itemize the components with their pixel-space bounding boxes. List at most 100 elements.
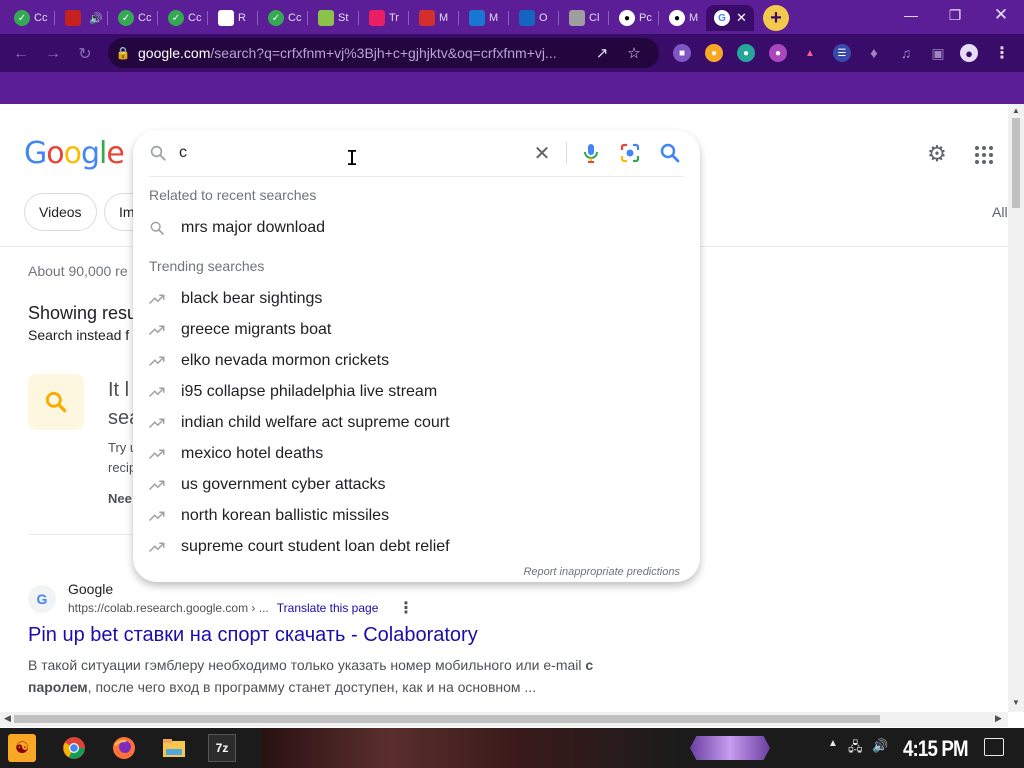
new-tab-button[interactable]: +: [763, 5, 789, 31]
suggestion-item[interactable]: mrs major download: [133, 212, 700, 243]
browser-tab[interactable]: Tr: [361, 5, 406, 31]
browser-tab[interactable]: O: [511, 5, 556, 31]
suggestion-item[interactable]: greece migrants boat: [133, 314, 700, 345]
7zip-icon[interactable]: 7z: [208, 734, 236, 762]
browser-tab[interactable]: Cl: [561, 5, 606, 31]
lock-icon: 🔒: [115, 46, 131, 60]
google-lens-icon[interactable]: [618, 141, 642, 165]
tab-title: Cc: [188, 12, 202, 24]
tip-icon-box: [28, 374, 84, 430]
minimize-icon[interactable]: —: [896, 4, 926, 26]
browser-tab[interactable]: ● Pc: [611, 5, 656, 31]
browser-tab[interactable]: HD🔊: [57, 5, 103, 31]
trending-searches-title: Trending searches: [149, 258, 265, 274]
tab-separator: [458, 11, 459, 25]
chrome-icon[interactable]: [60, 734, 88, 762]
result-site-name[interactable]: Google: [68, 581, 113, 597]
profile-avatar[interactable]: ●: [960, 44, 978, 62]
clock[interactable]: 4:15 PM: [903, 736, 969, 762]
sheet-icon: [318, 10, 334, 26]
notification-icon[interactable]: [984, 738, 1004, 756]
restore-icon[interactable]: ❐: [940, 4, 970, 26]
more-options-icon[interactable]: ⋮: [398, 598, 414, 618]
browser-tab[interactable]: ✓ Cc: [260, 5, 305, 31]
browser-tab[interactable]: GG✕: [706, 5, 754, 31]
browser-tab[interactable]: St: [310, 5, 355, 31]
scroll-thumb[interactable]: [1012, 118, 1020, 208]
suggestion-item[interactable]: indian child welfare act supreme court: [133, 407, 700, 438]
tab-title: M: [489, 12, 499, 24]
side-panel-icon[interactable]: ▣: [929, 44, 947, 62]
translate-link[interactable]: Translate this page: [277, 601, 379, 615]
tray-expand-icon[interactable]: ▲: [828, 738, 838, 749]
all-filters-link[interactable]: All: [992, 204, 1008, 220]
reload-icon[interactable]: ↻: [74, 43, 96, 65]
browser-tab[interactable]: ✓ Cc: [6, 5, 51, 31]
clear-icon[interactable]: ✕: [529, 140, 555, 166]
address-bar[interactable]: 🔒 google.com/search?q=crfxfnm+vj%3Bjh+c+…: [108, 38, 659, 68]
close-window-icon[interactable]: ✕: [986, 4, 1016, 26]
suggestion-text: black bear sightings: [181, 289, 323, 307]
tip-need-help: Nee: [108, 491, 132, 506]
settings-gear-icon[interactable]: ⚙: [924, 141, 950, 167]
browser-tab[interactable]: ✓ Cc: [110, 5, 155, 31]
extension-icon[interactable]: ■: [673, 44, 691, 62]
file-explorer-icon[interactable]: [160, 734, 188, 762]
suggestion-item[interactable]: mexico hotel deaths: [133, 438, 700, 469]
extension-icon[interactable]: ☰: [833, 44, 851, 62]
menu-dots-icon[interactable]: ⋮: [993, 44, 1011, 62]
volume-icon[interactable]: 🔊: [872, 738, 888, 754]
trending-icon: [133, 385, 181, 399]
apps-grid-icon[interactable]: [975, 146, 993, 164]
scroll-down-icon[interactable]: ▼: [1011, 698, 1021, 707]
browser-tab[interactable]: M: [411, 5, 456, 31]
start-button[interactable]: ☯: [8, 734, 36, 762]
close-tab-icon[interactable]: ✕: [736, 10, 747, 26]
search-instead-link[interactable]: Search instead f: [28, 327, 129, 343]
tab-separator: [408, 11, 409, 25]
bookmark-star-icon[interactable]: ☆: [618, 44, 650, 62]
browser-tab[interactable]: M: [461, 5, 506, 31]
trending-icon: [133, 354, 181, 368]
scroll-up-icon[interactable]: ▲: [1011, 106, 1021, 115]
search-submit-icon[interactable]: [658, 141, 682, 165]
audio-icon[interactable]: 🔊: [89, 12, 103, 25]
url-domain: google.com: [138, 45, 211, 61]
suggestion-item[interactable]: north korean ballistic missiles: [133, 500, 700, 531]
result-title-link[interactable]: Pin up bet ставки на спорт скачать - Col…: [28, 624, 478, 647]
scroll-right-icon[interactable]: ▶: [995, 713, 1002, 724]
browser-tab[interactable]: R: [210, 5, 255, 31]
forward-icon[interactable]: →: [42, 43, 64, 65]
extension-icon[interactable]: ●: [705, 44, 723, 62]
media-icon[interactable]: ♫: [897, 44, 915, 62]
taskbar-wallpaper: [262, 728, 684, 768]
scroll-thumb[interactable]: [14, 715, 880, 723]
puzzle-icon[interactable]: ♦: [865, 44, 883, 62]
network-icon[interactable]: 🖧: [848, 738, 863, 760]
browser-tab[interactable]: ● M: [661, 5, 706, 31]
back-icon[interactable]: ←: [10, 43, 32, 65]
google-icon: G: [714, 10, 730, 26]
vertical-scrollbar[interactable]: ▲ ▼: [1008, 104, 1024, 712]
extension-icon[interactable]: ▲: [801, 44, 819, 62]
scroll-left-icon[interactable]: ◀: [4, 713, 11, 724]
suggestion-item[interactable]: black bear sightings: [133, 283, 700, 314]
result-snippet: В такой ситуации гэмблеру необходимо тол…: [28, 657, 594, 695]
chip-videos[interactable]: Videos: [24, 193, 97, 231]
suggestion-item[interactable]: elko nevada mormon crickets: [133, 345, 700, 376]
extension-icon[interactable]: ●: [769, 44, 787, 62]
extension-icon[interactable]: ●: [737, 44, 755, 62]
firefox-icon[interactable]: [110, 734, 138, 762]
suggestion-item[interactable]: i95 collapse philadelphia live stream: [133, 376, 700, 407]
suggestion-item[interactable]: us government cyber attacks: [133, 469, 700, 500]
browser-tab[interactable]: ✓ Cc: [160, 5, 205, 31]
suggestion-item[interactable]: supreme court student loan debt relief: [133, 531, 700, 562]
check-circle-icon: ✓: [118, 10, 134, 26]
google-favicon-icon: G: [28, 585, 56, 613]
google-logo[interactable]: Google: [24, 136, 125, 171]
microphone-icon[interactable]: [579, 140, 603, 166]
url-path: /search?q=crfxfnm+vj%3Bjh+c+gjhjktv&oq=c…: [210, 45, 557, 61]
report-predictions-link[interactable]: Report inappropriate predictions: [523, 566, 680, 578]
share-icon[interactable]: ↗: [586, 44, 618, 62]
horizontal-scrollbar[interactable]: ◀ ▶: [0, 712, 1008, 727]
